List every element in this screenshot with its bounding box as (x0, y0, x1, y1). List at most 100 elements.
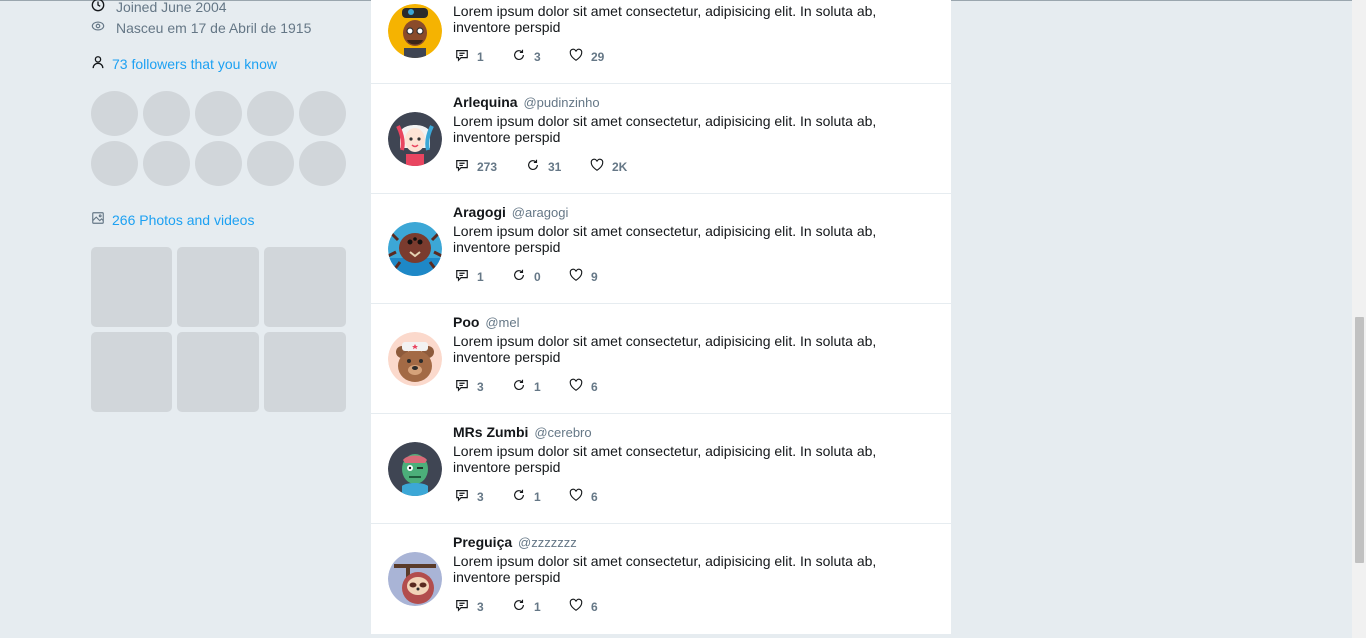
reply-button[interactable]: 1 (455, 268, 512, 285)
follower-avatar[interactable] (299, 91, 346, 136)
follower-avatar[interactable] (247, 91, 294, 136)
reply-button[interactable]: 273 (455, 158, 526, 175)
reply-count: 3 (477, 379, 484, 394)
zombie-avatar[interactable] (388, 442, 442, 496)
tweet-text: Lorem ipsum dolor sit amet consectetur, … (453, 333, 877, 365)
tweet-item[interactable]: MRs Zumbi @cerebro Lorem ipsum dolor sit… (371, 414, 951, 524)
retweet-count: 0 (534, 269, 541, 284)
balloon-icon (91, 19, 116, 36)
tweet-header: Aragogi @aragogi (453, 204, 568, 220)
birth-info: Nasceu em 17 de Abril de 1915 (91, 19, 311, 36)
retweet-icon (512, 48, 534, 65)
followers-you-know-link[interactable]: 73 followers that you know (91, 55, 277, 72)
comment-icon (455, 48, 477, 65)
like-button[interactable]: 9 (569, 268, 598, 285)
follower-avatar[interactable] (247, 141, 294, 186)
spider-avatar[interactable] (388, 222, 442, 276)
photo-thumbnail[interactable] (264, 332, 346, 412)
retweet-button[interactable]: 1 (512, 378, 569, 395)
reply-button[interactable]: 1 (455, 48, 512, 65)
retweet-icon (526, 158, 548, 175)
tweet-author-name[interactable]: Poo (453, 314, 479, 330)
photo-thumbnail[interactable] (91, 247, 172, 327)
tweet-author-name[interactable]: Aragogi (453, 204, 506, 220)
boy-with-cap-avatar[interactable] (388, 4, 442, 58)
follower-avatar[interactable] (91, 91, 138, 136)
photo-thumbnail[interactable] (91, 332, 172, 412)
comment-icon (455, 158, 477, 175)
follower-avatar[interactable] (91, 141, 138, 186)
tweet-author-handle[interactable]: @aragogi (512, 205, 569, 220)
tweet-author-handle[interactable]: @cerebro (534, 425, 591, 440)
page-scrollbar[interactable] (1352, 0, 1366, 638)
harley-avatar[interactable] (388, 112, 442, 166)
photos-videos-link[interactable]: 266 Photos and videos (91, 211, 254, 228)
tweet-author-name[interactable]: MRs Zumbi (453, 424, 528, 440)
tweet-author-name[interactable]: Preguiça (453, 534, 512, 550)
retweet-count: 1 (534, 379, 541, 394)
tweet-actions: 3 1 6 (455, 598, 598, 615)
retweet-button[interactable]: 31 (526, 158, 590, 175)
like-button[interactable]: 6 (569, 378, 598, 395)
reply-count: 3 (477, 489, 484, 504)
heart-icon (569, 488, 591, 505)
like-count: 29 (591, 49, 605, 64)
photo-thumbnail[interactable] (177, 332, 259, 412)
tweet-header: Arlequina @pudinzinho (453, 94, 600, 110)
reply-button[interactable]: 3 (455, 598, 512, 615)
reply-count: 3 (477, 599, 484, 614)
retweet-count: 3 (534, 49, 541, 64)
follower-avatar[interactable] (195, 141, 242, 186)
like-button[interactable]: 6 (569, 488, 598, 505)
like-button[interactable]: 2K (590, 158, 627, 175)
follower-avatar[interactable] (143, 141, 190, 186)
retweet-button[interactable]: 3 (512, 48, 569, 65)
tweet-actions: 3 1 6 (455, 378, 598, 395)
follower-avatar[interactable] (299, 141, 346, 186)
retweet-button[interactable]: 1 (512, 598, 569, 615)
tweet-item[interactable]: Preguiça @zzzzzzz Lorem ipsum dolor sit … (371, 524, 951, 634)
tweet-header: Poo @mel (453, 314, 520, 330)
retweet-icon (512, 598, 534, 615)
tweet-header: MRs Zumbi @cerebro (453, 424, 592, 440)
bear-avatar[interactable] (388, 332, 442, 386)
retweet-icon (512, 378, 534, 395)
heart-icon (569, 598, 591, 615)
follower-avatar[interactable] (143, 91, 190, 136)
like-button[interactable]: 29 (569, 48, 604, 65)
like-count: 2K (612, 159, 628, 174)
tweet-author-handle[interactable]: @pudinzinho (523, 95, 599, 110)
retweet-button[interactable]: 0 (512, 268, 569, 285)
retweet-count: 31 (548, 159, 562, 174)
tweet-item[interactable]: Lorem ipsum dolor sit amet consectetur, … (371, 0, 951, 84)
reply-count: 273 (477, 159, 498, 174)
retweet-button[interactable]: 1 (512, 488, 569, 505)
followers-link-text: 73 followers that you know (112, 55, 277, 72)
tweet-item[interactable]: Arlequina @pudinzinho Lorem ipsum dolor … (371, 84, 951, 194)
photo-thumbnail[interactable] (177, 247, 259, 327)
reply-button[interactable]: 3 (455, 378, 512, 395)
tweet-actions: 273 31 2K (455, 158, 627, 175)
photo-thumbnail[interactable] (264, 247, 346, 327)
tweet-item[interactable]: Poo @mel Lorem ipsum dolor sit amet cons… (371, 304, 951, 414)
retweet-icon (512, 268, 534, 285)
comment-icon (455, 268, 477, 285)
tweet-actions: 1 3 29 (455, 48, 604, 65)
followers-grid (91, 91, 347, 186)
tweet-actions: 3 1 6 (455, 488, 598, 505)
heart-icon (569, 378, 591, 395)
reply-button[interactable]: 3 (455, 488, 512, 505)
tweet-item[interactable]: Aragogi @aragogi Lorem ipsum dolor sit a… (371, 194, 951, 304)
tweet-author-handle[interactable]: @zzzzzzz (518, 535, 577, 550)
retweet-count: 1 (534, 599, 541, 614)
like-count: 6 (591, 489, 598, 504)
follower-avatar[interactable] (195, 91, 242, 136)
image-icon (91, 211, 112, 228)
tweet-author-name[interactable]: Arlequina (453, 94, 518, 110)
tweet-author-handle[interactable]: @mel (485, 315, 519, 330)
scrollbar-thumb[interactable] (1355, 317, 1364, 563)
heart-icon (590, 158, 612, 175)
sloth-avatar[interactable] (388, 552, 442, 606)
tweet-feed: Lorem ipsum dolor sit amet consectetur, … (371, 0, 951, 634)
like-button[interactable]: 6 (569, 598, 598, 615)
